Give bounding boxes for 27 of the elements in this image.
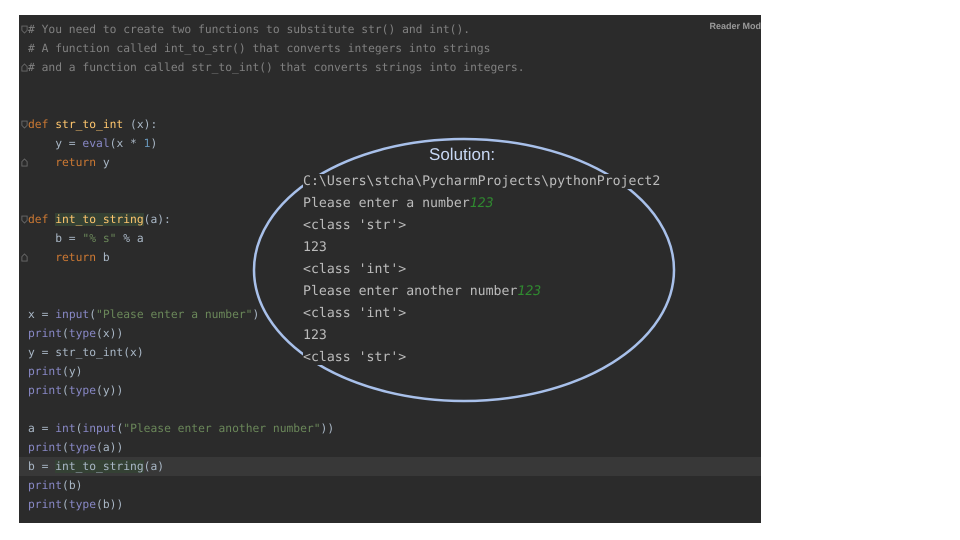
code-line: x = input("Please enter a number") (28, 308, 260, 321)
code-line: b = "% s" % a (54, 232, 144, 245)
code-line: return b (54, 251, 110, 264)
fold-icon[interactable] (20, 25, 28, 34)
code-line: y = str_to_int(x) (28, 346, 144, 359)
code-line: print(type(b)) (28, 498, 124, 511)
code-line: print(type(a)) (28, 441, 124, 454)
code-line: b = int_to_string(a) (28, 460, 164, 473)
solution-label: Solution: (429, 145, 496, 165)
code-line: return y (54, 156, 110, 169)
code-line: y = eval(x * 1) (54, 137, 158, 150)
code-line: a = int(input("Please enter another number")) (28, 422, 334, 435)
code-line: # You need to create two functions to substitute str() and int(). (28, 23, 470, 36)
fold-icon[interactable] (20, 120, 28, 129)
code-line: print(type(x)) (28, 327, 124, 340)
fold-icon[interactable] (20, 253, 28, 262)
code-line: print(b) (28, 479, 82, 492)
fold-icon[interactable] (20, 158, 28, 167)
fold-icon[interactable] (20, 63, 28, 72)
reader-mode-link[interactable]: Reader Mod (709, 21, 761, 31)
code-line: print(type(y)) (28, 384, 124, 397)
code-line: # and a function called str_to_int() that converts strings into integers. (28, 61, 524, 74)
fold-icon[interactable] (20, 215, 28, 224)
code-line: def str_to_int (x): (28, 118, 158, 131)
code-line: print(y) (28, 365, 82, 378)
code-line: # A function called int_to_str() that converts integers into strings (28, 42, 490, 55)
code-line: def int_to_string(a): (28, 213, 171, 226)
